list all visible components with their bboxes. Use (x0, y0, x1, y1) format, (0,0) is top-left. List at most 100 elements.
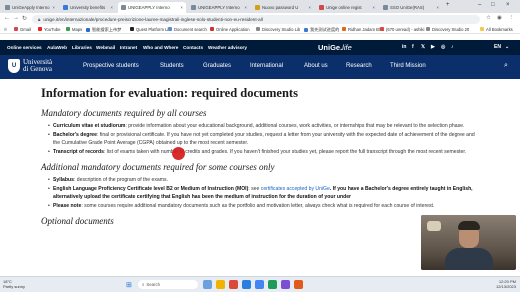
file-explorer-icon[interactable] (216, 280, 225, 289)
taskbar-search[interactable]: ⌕ Search (138, 280, 198, 289)
bookmark-item[interactable]: Ridhan Jadam Blox (342, 27, 384, 32)
facebook-icon[interactable]: f (412, 44, 414, 50)
bookmark-item[interactable]: Online Application (210, 27, 250, 32)
minimize-icon[interactable]: – (478, 2, 481, 8)
section-heading-additional: Additional mandatory documents required … (41, 162, 275, 172)
person-body (445, 248, 493, 270)
section-heading-optional: Optional documents (41, 216, 114, 226)
bookmark-icon (426, 27, 430, 31)
close-icon[interactable]: × (52, 5, 55, 10)
search-icon[interactable]: ⌕ (504, 62, 508, 70)
youtube-icon[interactable]: ▶ (431, 44, 435, 50)
bookmark-item[interactable]: Discovery Studio 20 (426, 27, 469, 32)
util-link-webmail[interactable]: Webmail (96, 45, 115, 50)
forward-icon[interactable]: → (13, 15, 19, 21)
all-bookmarks[interactable]: All Bookmarks (480, 27, 513, 32)
maximize-icon[interactable]: □ (491, 2, 495, 8)
bookmark-icon (342, 27, 346, 31)
profile-icon[interactable]: ◉ (497, 15, 502, 21)
url-field[interactable]: 🔒︎ unige.it/en/internazionale/procedure-… (32, 14, 480, 24)
close-window-icon[interactable]: × (506, 2, 510, 8)
close-icon[interactable]: × (372, 5, 375, 10)
section-heading-mandatory: Mandatory documents required by all cour… (41, 108, 207, 118)
system-tray-clock[interactable]: 12:20 PM 12/13/2023 (496, 279, 516, 289)
bookmark-item[interactable]: Discovery Studio Lib (256, 27, 300, 32)
site-utility-bar: Online services AulaWeb Libraries Webmai… (0, 40, 520, 55)
bookmark-item[interactable]: Quest Platform Li (130, 27, 168, 32)
browser-tab[interactable]: University benefits × (60, 2, 116, 13)
linkedin-icon[interactable]: in (402, 44, 406, 50)
nav-about-us[interactable]: About us (304, 63, 328, 69)
certificates-link[interactable]: certificates accepted by UniGe (261, 186, 330, 192)
close-icon[interactable]: × (244, 5, 247, 10)
bookmark-icon (86, 27, 90, 32)
bookmarks-bar: ⠿ Gmail YouTube Maps 智能搜索上市梦 Quest Platf… (0, 25, 520, 34)
util-link-who-and-where[interactable]: Who and Where (143, 45, 178, 50)
list-item: Bachelor's degree: final or provisional … (48, 131, 481, 147)
close-icon[interactable]: × (180, 5, 183, 10)
tiktok-icon[interactable]: ♪ (451, 44, 454, 50)
browser-tab[interactable]: Unige online regist × (316, 2, 378, 13)
tab-favicon (5, 5, 10, 10)
browser-tab[interactable]: UniGeApply Interno × (2, 2, 58, 13)
util-link-weather-advisory[interactable]: Weather advisory (208, 45, 247, 50)
browser-tab[interactable]: UNIGEAPPLY Interno × (188, 2, 250, 13)
nav-third-mission[interactable]: Third Mission (390, 63, 426, 69)
language-selector[interactable]: EN (494, 44, 501, 50)
close-icon[interactable]: × (436, 5, 439, 10)
bookmark-item[interactable]: 我先测试进度的 (304, 27, 339, 33)
x-twitter-icon[interactable]: 𝕏 (421, 44, 425, 50)
nav-international[interactable]: International (250, 63, 283, 69)
bookmark-item[interactable]: 智能搜索上市梦 (86, 27, 121, 33)
weather-desc: Partly sunny (3, 284, 26, 289)
chrome-icon[interactable] (255, 280, 264, 289)
instagram-icon[interactable]: ◎ (441, 44, 445, 50)
taskbar-app-icon[interactable] (203, 280, 212, 289)
nav-research[interactable]: Research (346, 63, 372, 69)
unige-life-logo[interactable]: UniGe.life (318, 43, 352, 52)
close-icon[interactable]: × (110, 5, 113, 10)
taskbar-app-icon[interactable] (229, 280, 238, 289)
star-icon[interactable]: ☆ (486, 15, 491, 21)
windows-start-icon[interactable]: ⊞ (126, 281, 132, 289)
taskbar-app-icon[interactable] (268, 280, 277, 289)
bookmark-item[interactable]: (670 unread) - ashiki (380, 27, 424, 32)
browser-tab[interactable]: Nuovo password U × (252, 2, 314, 13)
nav-students[interactable]: Students (160, 63, 184, 69)
new-tab-button[interactable]: + (446, 2, 450, 8)
util-link-online-services[interactable]: Online services (7, 45, 42, 50)
nav-prospective-students[interactable]: Prospective students (83, 63, 139, 69)
bookmark-item[interactable]: YouTube (38, 27, 60, 32)
util-link-contacts[interactable]: Contacts (183, 45, 203, 50)
edge-browser-icon[interactable] (242, 280, 251, 289)
gmail-icon (14, 27, 18, 31)
close-icon[interactable]: × (308, 5, 311, 10)
chevron-down-icon[interactable]: ⌄ (505, 44, 509, 50)
browser-tab[interactable]: SSO UniGe(RAS) × (380, 2, 442, 13)
reload-icon[interactable]: ↻ (22, 15, 27, 22)
taskbar-app-icon[interactable] (281, 280, 290, 289)
bookmark-item[interactable]: Document search (168, 27, 207, 32)
tab-favicon (383, 5, 388, 10)
apps-icon[interactable]: ⠿ (4, 27, 7, 32)
back-icon[interactable]: ← (4, 15, 10, 21)
webcam-overlay (421, 215, 516, 270)
util-link-libraries[interactable]: Libraries (72, 45, 92, 50)
browser-tab-active[interactable]: UNIGEAPPLY Interno × (118, 2, 186, 13)
menu-icon[interactable]: ⋮ (509, 15, 515, 21)
clock-date: 12/13/2023 (495, 284, 516, 289)
nav-graduates[interactable]: Graduates (203, 63, 231, 69)
university-logo[interactable]: U Università di Genova (8, 59, 52, 73)
taskbar-app-icon[interactable] (294, 280, 303, 289)
tab-favicon (121, 5, 126, 10)
search-icon: ⌕ (142, 282, 145, 287)
util-link-intranet[interactable]: Intranet (120, 45, 137, 50)
bookmark-item[interactable]: Maps (66, 27, 82, 32)
bookmark-icon (304, 27, 308, 32)
tab-favicon (255, 5, 260, 10)
address-bar-row: ← → ↻ 🔒︎ unige.it/en/internazionale/proc… (0, 13, 520, 25)
list-item: English Language Proficiency Certificate… (48, 185, 481, 201)
bookmark-item[interactable]: Gmail (14, 27, 31, 32)
util-link-aulaweb[interactable]: AulaWeb (47, 45, 67, 50)
weather-widget[interactable]: 18°C Partly sunny (3, 279, 25, 289)
